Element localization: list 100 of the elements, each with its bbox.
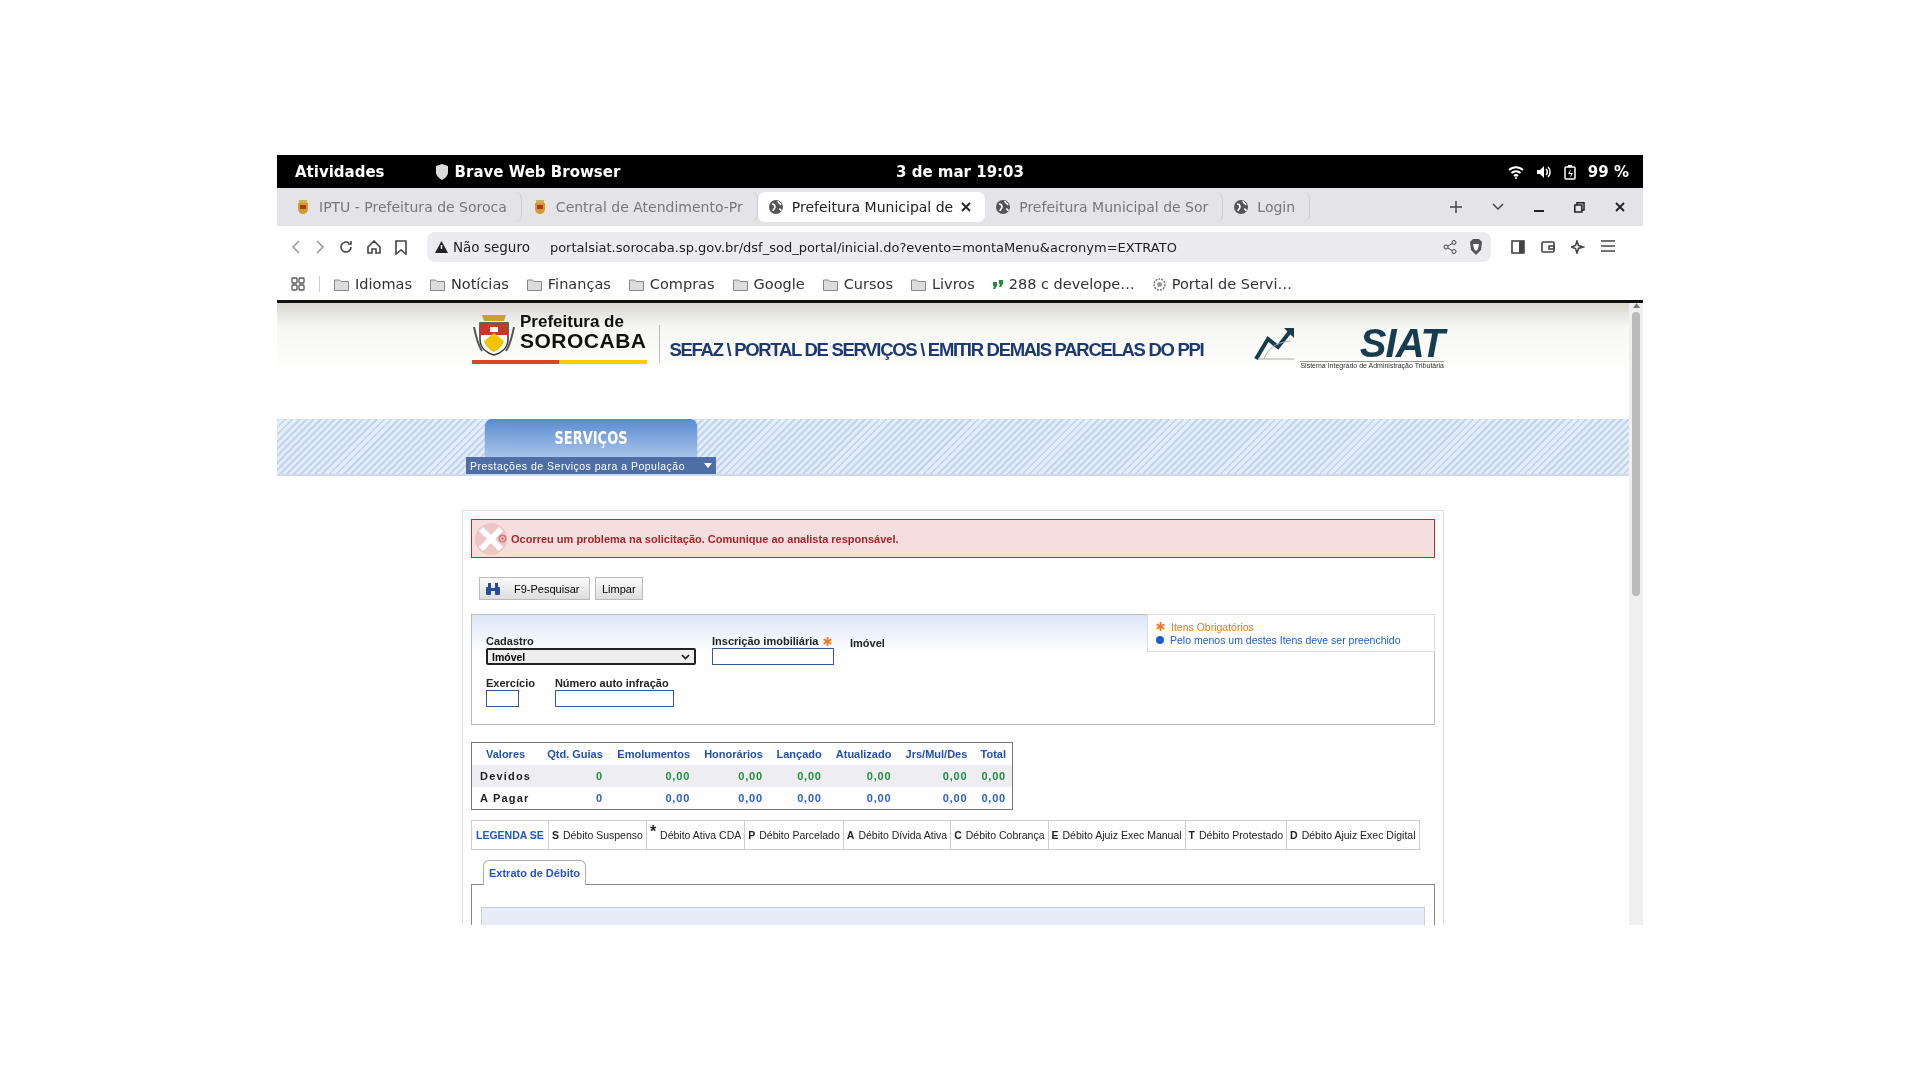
table-cell: 0,00 <box>696 765 769 787</box>
globe-icon <box>995 199 1012 215</box>
table-cell: 0,00 <box>608 787 697 810</box>
bookmark[interactable]: 288 c develope… <box>992 276 1135 292</box>
legend-text: Débito Cobrança <box>965 829 1045 841</box>
scrollbar-thumb[interactable] <box>1632 312 1640 596</box>
apps-grid-icon[interactable] <box>291 277 305 291</box>
legend-text: Débito Parcelado <box>759 829 840 841</box>
bookmark-icon[interactable] <box>395 239 407 255</box>
table-cell: 0,00 <box>897 787 974 810</box>
column-header: Atualizado <box>827 742 898 765</box>
table-cell: 0,00 <box>827 765 898 787</box>
scrollbar[interactable] <box>1629 303 1643 925</box>
app-name[interactable]: Brave Web Browser <box>454 162 621 181</box>
browser-tab[interactable]: Prefeitura Municipal de Sor <box>985 192 1224 222</box>
hint-text: Pelo menos um destes Itens deve ser preenchido <box>1170 633 1401 646</box>
restore-icon[interactable] <box>1574 201 1585 213</box>
input-field[interactable] <box>712 648 834 665</box>
volume-icon[interactable] <box>1535 164 1552 179</box>
browser-tab[interactable]: Central de Atendimento-Pr <box>521 192 758 222</box>
table-cell: 0,00 <box>973 787 1013 810</box>
battery-icon[interactable] <box>1563 163 1576 180</box>
table-cell: 0,00 <box>973 765 1013 787</box>
cadastro-select[interactable]: Imóvel <box>486 648 696 665</box>
field-label: Exercício <box>486 677 535 689</box>
globe-icon <box>1233 199 1250 215</box>
battery-level[interactable]: 99 % <box>1587 162 1629 181</box>
back-icon[interactable] <box>291 240 301 254</box>
services-submenu[interactable]: Prestações de Serviços para a População <box>466 457 716 474</box>
column-header: Total <box>973 742 1013 765</box>
address-bar[interactable]: Não seguro portalsiat.sorocaba.sp.gov.br/dsf_sod_portal/inicial.do?evento=montaMenu&acronym=EXTRATO <box>427 232 1491 262</box>
activities-button[interactable]: Atividades <box>295 162 385 181</box>
legend-code: D <box>1290 829 1298 841</box>
required-icon <box>1156 622 1165 631</box>
warning-icon[interactable] <box>435 241 448 253</box>
field-label: Número auto infração <box>554 677 669 689</box>
close-icon[interactable] <box>961 202 972 212</box>
bookmark[interactable]: Compras <box>628 276 715 292</box>
home-icon[interactable] <box>367 240 381 254</box>
error-message: Ocorreu um problema na solicitação. Comunique ao analista responsável. <box>511 532 899 545</box>
folder-icon <box>910 277 926 291</box>
page-breadcrumb: SEFAZ \ PORTAL DE SERVIÇOS \ EMITIR DEMAIS PARCELAS DO PPI <box>669 339 1204 361</box>
bookmark[interactable]: Finanças <box>526 276 611 292</box>
security-label[interactable]: Não seguro <box>453 239 530 255</box>
sparkle-icon[interactable] <box>1571 240 1585 254</box>
legend-text: Débito Protestado <box>1199 829 1284 841</box>
column-header: Jrs/Mul/Des <box>897 742 974 765</box>
browser-tab[interactable]: Login <box>1223 192 1311 222</box>
menu-icon[interactable] <box>1601 240 1615 252</box>
chevron-down-icon[interactable] <box>1492 203 1504 211</box>
input-field[interactable] <box>486 690 519 707</box>
input-field[interactable] <box>554 690 674 707</box>
column-header: Valores <box>471 742 540 765</box>
legend-code: A <box>846 829 855 841</box>
result-tab[interactable]: Extrato de Débito <box>483 860 587 885</box>
forward-icon[interactable] <box>315 240 325 254</box>
legend-title: LEGENDA SE <box>472 821 549 849</box>
bookmark[interactable]: Portal de Servi… <box>1152 276 1292 292</box>
bookmark[interactable]: Notícias <box>429 276 509 292</box>
table-cell: 0,00 <box>897 765 974 787</box>
error-circle-icon <box>498 534 507 543</box>
close-icon[interactable] <box>1615 202 1625 212</box>
table-cell: 0,00 <box>768 765 828 787</box>
bookmark[interactable]: Idiomas <box>334 276 412 292</box>
browser-tab[interactable]: IPTU - Prefeitura de Soroca <box>285 192 522 222</box>
chevron-down-icon <box>681 653 690 660</box>
bookmark[interactable]: Livros <box>910 276 975 292</box>
legend-text: Débito Ajuiz Exec Digital <box>1301 829 1416 841</box>
field-label: Inscrição imobiliária <box>712 635 819 647</box>
table-cell: 0 <box>539 787 609 810</box>
table-cell: 0,00 <box>827 787 898 810</box>
lion-shield-icon[interactable] <box>1469 239 1483 255</box>
sidebar-icon[interactable] <box>1511 240 1525 254</box>
legend-text: Débito Suspenso <box>562 829 643 841</box>
search-button[interactable]: F9-Pesquisar <box>479 577 590 600</box>
bookmark[interactable]: Google <box>732 276 805 292</box>
row-label: Devidos <box>471 765 540 787</box>
bookmark[interactable]: Cursos <box>822 276 893 292</box>
clear-button[interactable]: Limpar <box>595 577 643 600</box>
share-icon[interactable] <box>1443 240 1457 254</box>
binoculars-icon <box>486 582 500 595</box>
table-cell: 0,00 <box>608 765 697 787</box>
table-cell: 0 <box>539 765 609 787</box>
url-text[interactable]: portalsiat.sorocaba.sp.gov.br/dsf_sod_portal/inicial.do?evento=montaMenu&acronym=EXTRATO <box>549 239 1177 255</box>
column-header: Honorários <box>696 742 769 765</box>
legend-text: Débito Dívida Ativa <box>858 829 948 841</box>
plus-icon[interactable] <box>1450 201 1462 213</box>
legend-text: Débito Ajuiz Exec Manual <box>1062 829 1182 841</box>
clock[interactable]: 3 de mar 19:03 <box>896 162 1024 181</box>
browser-tab[interactable]: Prefeitura Municipal de <box>757 192 986 222</box>
folder-icon <box>732 277 748 291</box>
folder-icon <box>429 277 445 291</box>
wifi-icon[interactable] <box>1507 164 1524 179</box>
reload-icon[interactable] <box>339 240 353 254</box>
coat-of-arms-icon <box>472 313 516 357</box>
row-label: A Pagar <box>471 787 540 810</box>
wallet-icon[interactable] <box>1541 240 1555 254</box>
field-label: Imóvel <box>850 637 885 649</box>
column-header: Qtd. Guias <box>539 742 609 765</box>
column-header: Emolumentos <box>608 742 697 765</box>
